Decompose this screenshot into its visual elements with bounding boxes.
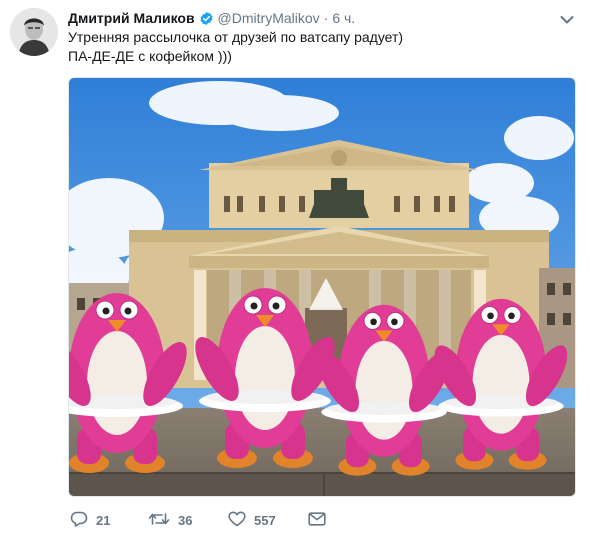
- direct-message-button[interactable]: [308, 512, 326, 529]
- avatar[interactable]: [10, 8, 58, 56]
- envelope-icon: [308, 512, 326, 529]
- like-button[interactable]: 557: [228, 511, 308, 530]
- retweet-button[interactable]: 36: [148, 511, 228, 530]
- reply-button[interactable]: 21: [70, 511, 148, 530]
- tweet-header: Дмитрий Маликов @DmitryMalikov · 6 ч.: [68, 9, 355, 27]
- tweet-text-line: ПА-ДЕ-ДЕ с кофейком ))): [68, 48, 232, 64]
- separator-dot: ·: [323, 10, 329, 26]
- reply-count: 21: [96, 513, 111, 528]
- tweet: Дмитрий Маликов @DmitryMalikov · 6 ч. Ут…: [0, 0, 590, 542]
- tweet-text: Утренняя рассылочка от друзей по ватсапу…: [68, 28, 568, 66]
- timestamp[interactable]: 6 ч.: [332, 9, 355, 27]
- tweet-text-line: Утренняя рассылочка от друзей по ватсапу…: [68, 29, 404, 45]
- retweet-count: 36: [178, 513, 193, 528]
- author-handle[interactable]: @DmitryMalikov: [218, 9, 320, 27]
- verified-badge-icon: [199, 11, 214, 26]
- retweet-icon: [148, 511, 170, 530]
- chevron-down-icon[interactable]: [560, 12, 574, 24]
- tweet-photo[interactable]: [68, 77, 576, 497]
- like-count: 557: [254, 513, 276, 528]
- author-name[interactable]: Дмитрий Маликов: [68, 9, 195, 27]
- heart-icon: [228, 511, 246, 530]
- reply-icon: [70, 511, 88, 530]
- tweet-actions: 21 36 557: [70, 511, 326, 530]
